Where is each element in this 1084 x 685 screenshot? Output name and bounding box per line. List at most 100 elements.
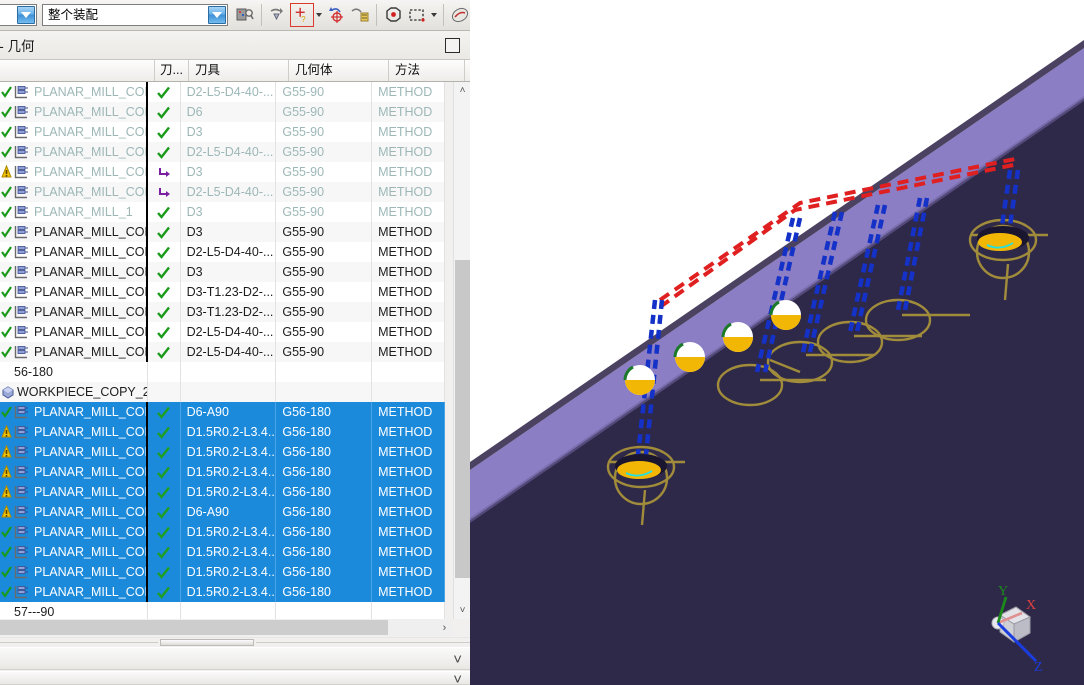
cell-check-mark[interactable] xyxy=(148,282,181,302)
cell-tool[interactable]: D2-L5-D4-40-... xyxy=(181,342,277,362)
cell-check-mark[interactable] xyxy=(148,382,181,402)
cell-operation-name[interactable]: PLANAR_MILL_COP... xyxy=(0,482,149,502)
cell-geometry[interactable]: G55-90 xyxy=(276,142,373,162)
cell-check-mark[interactable] xyxy=(148,502,181,522)
cell-geometry[interactable]: G56-180 xyxy=(276,462,373,482)
table-row[interactable]: PLANAR_MILL_COP... D1.5R0.2-L3.4...G56-18… xyxy=(0,562,445,582)
cell-tool[interactable]: D1.5R0.2-L3.4... xyxy=(181,522,277,542)
cell-method[interactable]: METHOD xyxy=(372,582,445,602)
cell-operation-name[interactable]: PLANAR_MILL_COP... xyxy=(0,122,149,142)
table-row[interactable]: PLANAR_MILL_COP... D1.5R0.2-L3.4...G56-18… xyxy=(0,482,445,502)
table-row[interactable]: PLANAR_MILL_COP... D3G55-90METHOD xyxy=(0,122,445,142)
cell-check-mark[interactable] xyxy=(148,342,181,362)
cell-tool[interactable]: D1.5R0.2-L3.4... xyxy=(181,562,277,582)
cell-method[interactable] xyxy=(372,382,445,402)
table-row[interactable]: PLANAR_MILL_COP... D3-T1.23-D2-...G55-90M… xyxy=(0,302,445,322)
grid-vertical-scrollbar[interactable]: ˄ ˅ xyxy=(453,82,471,619)
table-row[interactable]: PLANAR_MILL_COP... D1.5R0.2-L3.4...G56-18… xyxy=(0,462,445,482)
cell-check-mark[interactable] xyxy=(148,242,181,262)
scroll-up-icon[interactable]: ˄ xyxy=(454,82,471,99)
collapsed-panel-2[interactable]: ˅ xyxy=(0,671,470,685)
rectangle-select-icon[interactable] xyxy=(405,3,429,27)
cell-check-mark[interactable] xyxy=(148,262,181,282)
table-row[interactable]: PLANAR_MILL_COP... D1.5R0.2-L3.4...G56-18… xyxy=(0,422,445,442)
cell-operation-name[interactable]: PLANAR_MILL_COP... xyxy=(0,182,149,202)
cell-method[interactable]: METHOD xyxy=(372,562,445,582)
cell-operation-name[interactable]: PLANAR_MILL_COP... xyxy=(0,582,149,602)
table-row[interactable]: PLANAR_MILL_1 D3 G55-90 METHOD xyxy=(0,202,445,222)
cell-method[interactable]: METHOD xyxy=(372,522,445,542)
cell-method[interactable]: METHOD xyxy=(372,502,445,522)
cell-operation-name[interactable]: PLANAR_MILL_COP... xyxy=(0,102,149,122)
chevron-down-icon[interactable]: ˅ xyxy=(453,671,462,685)
cell-geometry[interactable]: G55-90 xyxy=(276,322,373,342)
cell-method[interactable]: METHOD xyxy=(372,542,445,562)
splitter-grip[interactable] xyxy=(160,639,254,646)
table-row[interactable]: PLANAR_MILL_COP... D2-L5-D4-40-...G55-90M… xyxy=(0,342,445,362)
column-header-geometry[interactable]: 几何体 xyxy=(289,60,389,81)
scroll-down-icon[interactable]: ˅ xyxy=(454,602,471,619)
table-row[interactable]: 56-180 xyxy=(0,362,445,382)
scroll-right-icon[interactable]: › xyxy=(436,619,453,636)
cell-method[interactable]: METHOD xyxy=(372,122,445,142)
maximize-icon[interactable] xyxy=(445,38,460,53)
cell-tool[interactable]: D1.5R0.2-L3.4... xyxy=(181,582,277,602)
cell-check-mark[interactable] xyxy=(148,322,181,342)
cell-geometry[interactable]: G55-90 xyxy=(276,82,373,102)
cell-tool[interactable]: D3-T1.23-D2-... xyxy=(181,282,277,302)
cell-method[interactable]: METHOD xyxy=(372,482,445,502)
cell-check-mark[interactable] xyxy=(148,442,181,462)
cell-method[interactable]: METHOD xyxy=(372,442,445,462)
cell-operation-name[interactable]: PLANAR_MILL_COP... xyxy=(0,502,149,522)
cell-operation-name[interactable]: PLANAR_MILL_COP... xyxy=(0,222,149,242)
cell-tool[interactable]: D3 xyxy=(181,202,277,222)
cell-operation-name[interactable]: PLANAR_MILL_COP... xyxy=(0,282,149,302)
table-row[interactable]: WORKPIECE_COPY_2 xyxy=(0,382,445,402)
cell-tool[interactable]: D2-L5-D4-40-... xyxy=(181,182,277,202)
cell-operation-name[interactable]: PLANAR_MILL_COP... xyxy=(0,542,149,562)
cell-tool[interactable] xyxy=(181,362,277,382)
column-header-name[interactable] xyxy=(0,60,155,81)
graphics-viewport[interactable]: X Y Z xyxy=(470,0,1084,685)
cell-operation-name[interactable]: PLANAR_MILL_COP... xyxy=(0,442,149,462)
cell-geometry[interactable]: G55-90 xyxy=(276,262,373,282)
cell-geometry[interactable]: G56-180 xyxy=(276,562,373,582)
cell-check-mark[interactable] xyxy=(148,482,181,502)
cell-operation-name[interactable]: PLANAR_MILL_COP... xyxy=(0,422,149,442)
cell-check-mark[interactable] xyxy=(148,162,181,182)
cell-method[interactable]: METHOD xyxy=(372,462,445,482)
cell-method[interactable]: METHOD xyxy=(372,102,445,122)
cell-geometry[interactable]: G55-90 xyxy=(276,162,373,182)
cell-geometry[interactable]: G55-90 xyxy=(276,342,373,362)
cell-check-mark[interactable] xyxy=(148,602,181,619)
cell-tool[interactable]: D3 xyxy=(181,222,277,242)
cell-check-mark[interactable] xyxy=(148,562,181,582)
cell-operation-name[interactable]: PLANAR_MILL_COP... xyxy=(0,322,149,342)
cell-tool[interactable]: D1.5R0.2-L3.4... xyxy=(181,482,277,502)
chevron-down-icon[interactable] xyxy=(314,3,324,27)
move-object-icon[interactable] xyxy=(266,3,290,27)
cell-geometry[interactable]: G56-180 xyxy=(276,482,373,502)
cell-method[interactable]: METHOD xyxy=(372,162,445,182)
table-row[interactable]: PLANAR_MILL_COP... D3G55-90METHOD xyxy=(0,162,445,182)
column-header-tool[interactable]: 刀具 xyxy=(189,60,289,81)
cell-tool[interactable]: D6 xyxy=(181,102,277,122)
cell-operation-name[interactable]: PLANAR_MILL_COP... xyxy=(0,142,149,162)
cell-tool[interactable] xyxy=(181,602,277,619)
scrollbar-thumb[interactable] xyxy=(0,620,388,635)
cell-tool[interactable]: D3 xyxy=(181,262,277,282)
table-row[interactable]: PLANAR_MILL_COP... D3-T1.23-D2-...G55-90M… xyxy=(0,282,445,302)
cell-method[interactable]: METHOD xyxy=(372,202,445,222)
table-row[interactable]: PLANAR_MILL_COP... D2-L5-D4-40-...G55-90M… xyxy=(0,242,445,262)
cell-method[interactable]: METHOD xyxy=(372,262,445,282)
cell-tool[interactable]: D2-L5-D4-40-... xyxy=(181,322,277,342)
cell-check-mark[interactable] xyxy=(148,222,181,242)
cell-geometry[interactable]: G56-180 xyxy=(276,582,373,602)
cell-check-mark[interactable] xyxy=(148,202,181,222)
cell-check-mark[interactable] xyxy=(148,542,181,562)
table-row[interactable]: PLANAR_MILL_COP... D6-A90G56-180METHOD xyxy=(0,502,445,522)
column-header-check[interactable]: 刀... xyxy=(155,60,189,81)
cell-method[interactable]: METHOD xyxy=(372,302,445,322)
table-row[interactable]: PLANAR_MILL_COP... D1.5R0.2-L3.4...G56-18… xyxy=(0,522,445,542)
orient-wcs-icon[interactable] xyxy=(348,3,372,27)
